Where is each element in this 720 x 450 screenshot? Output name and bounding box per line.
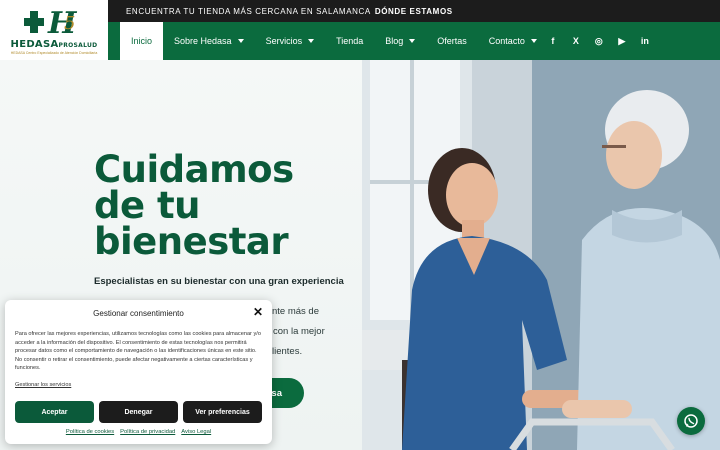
- nav-item-ofertas[interactable]: Ofertas: [426, 22, 478, 60]
- svg-text:5: 5: [64, 13, 75, 34]
- legal-notice-link[interactable]: Aviso Legal: [181, 429, 211, 435]
- hero-subheadline: Especialistas en su bienestar con una gr…: [94, 276, 344, 287]
- chevron-down-icon: [530, 39, 537, 43]
- hero-headline: Cuidamos de tu bienestar: [94, 148, 294, 263]
- view-preferences-button[interactable]: Ver preferencias: [183, 401, 262, 423]
- linkedin-icon[interactable]: in: [640, 36, 650, 46]
- hero-body-text-line-2: con la mejor: [273, 326, 325, 337]
- privacy-policy-link[interactable]: Política de privacidad: [120, 429, 175, 435]
- consent-title: Gestionar consentimiento: [93, 309, 184, 318]
- hero-body-text-line-3: lientes.: [272, 346, 303, 357]
- topbar-text: ENCUENTRA TU TIENDA MÁS CERCANA EN SALAM…: [126, 6, 371, 16]
- x-icon[interactable]: X: [571, 36, 581, 46]
- consent-description: Para ofrecer las mejores experiencias, u…: [15, 331, 261, 372]
- nav-item-tienda[interactable]: Tienda: [325, 22, 374, 60]
- logo-icon: H 5: [24, 6, 78, 39]
- deny-button[interactable]: Denegar: [99, 401, 178, 423]
- social-links: f X ◎ ▶ in: [548, 22, 720, 60]
- hero-body-text-line-1: nte más de: [272, 306, 319, 317]
- top-announcement-bar: ENCUENTRA TU TIENDA MÁS CERCANA EN SALAM…: [108, 0, 720, 22]
- nav-item-sobre-hedasa[interactable]: Sobre Hedasa: [163, 22, 255, 60]
- site-logo[interactable]: H 5 HEDASAPROSALUD HEDASA Centro Especia…: [0, 0, 108, 60]
- whatsapp-icon: [684, 414, 698, 428]
- accept-button[interactable]: Aceptar: [15, 401, 94, 423]
- nav-item-blog[interactable]: Blog: [374, 22, 426, 60]
- close-icon[interactable]: ✕: [253, 305, 263, 319]
- caregiver-elderly-illustration: [362, 60, 720, 450]
- chevron-down-icon: [409, 39, 416, 43]
- manage-services-link[interactable]: Gestionar los servicios: [15, 382, 71, 388]
- cookie-policy-link[interactable]: Política de cookies: [66, 429, 114, 435]
- consent-footer-links: Política de cookies Política de privacid…: [5, 429, 272, 435]
- chevron-down-icon: [237, 39, 244, 43]
- youtube-icon[interactable]: ▶: [617, 36, 627, 47]
- logo-wordmark: HEDASAPROSALUD: [10, 38, 98, 50]
- main-navigation: Inicio Sobre Hedasa Servicios Tienda Blo…: [108, 22, 720, 60]
- hero-image: [362, 60, 720, 450]
- logo-tagline: HEDASA Centro Especializado de Atención …: [10, 50, 98, 55]
- cookie-consent-dialog: Gestionar consentimiento ✕ Para ofrecer …: [5, 300, 272, 444]
- nav-item-contacto[interactable]: Contacto: [478, 22, 548, 60]
- topbar-location-link[interactable]: DÓNDE ESTAMOS: [375, 7, 453, 16]
- nav-item-inicio[interactable]: Inicio: [120, 22, 164, 60]
- chevron-down-icon: [308, 39, 315, 43]
- whatsapp-button[interactable]: [677, 407, 705, 435]
- nav-item-servicios[interactable]: Servicios: [255, 22, 326, 60]
- facebook-icon[interactable]: f: [548, 36, 558, 46]
- instagram-icon[interactable]: ◎: [594, 36, 604, 47]
